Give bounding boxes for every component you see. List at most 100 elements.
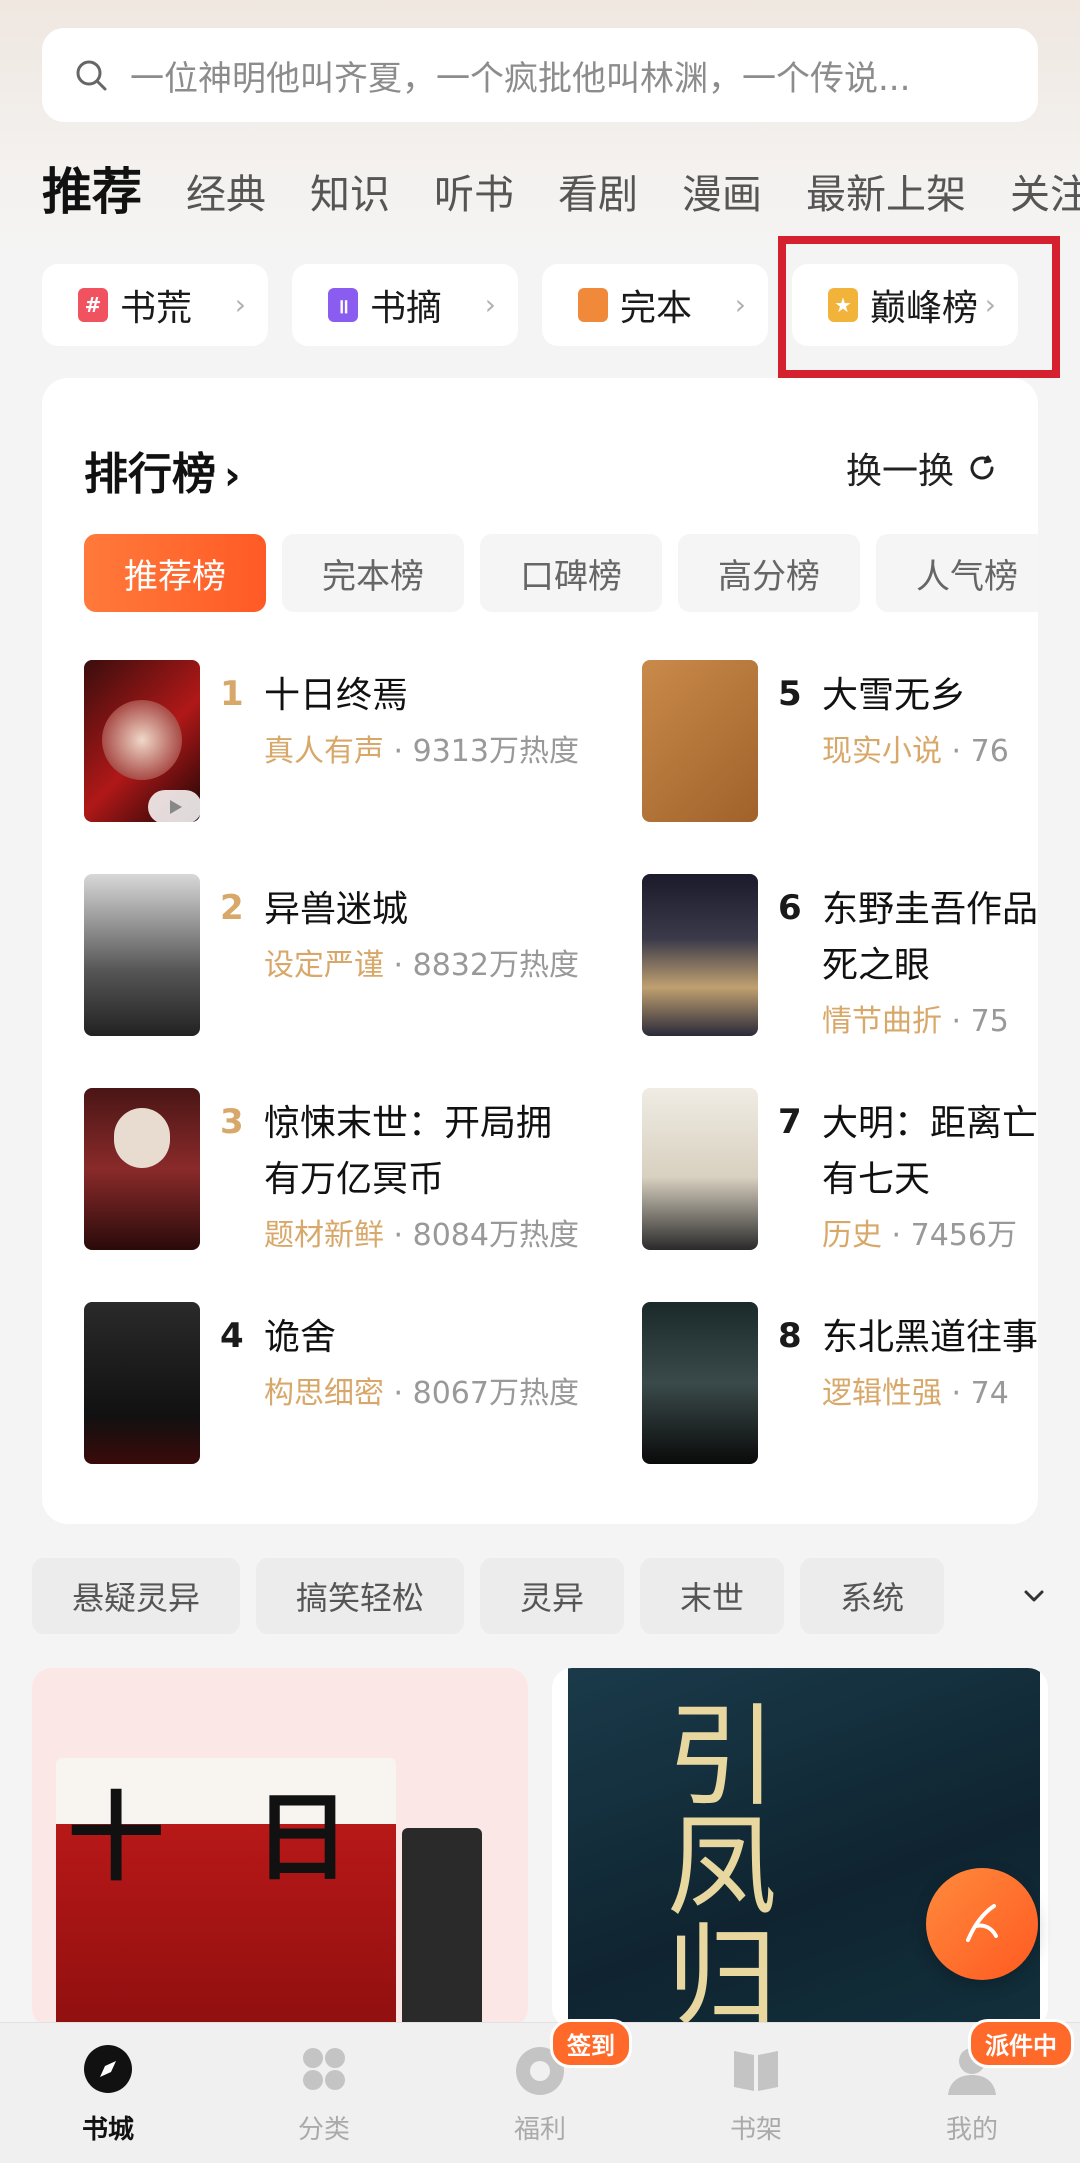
genre-chip[interactable]: 系统 [800, 1558, 945, 1634]
rank-number: 5 [778, 674, 802, 714]
ranking-book-item[interactable]: 4 诡舍 构思细密 · 8067万热度 [84, 1302, 579, 1472]
quick-entry-peak-ranking[interactable]: ★ 巅峰榜 › [792, 264, 1018, 346]
rank-number: 3 [220, 1102, 244, 1142]
ranking-title-text: 排行榜 [84, 449, 216, 500]
delivery-badge: 派件中 [968, 2019, 1074, 2068]
book-tag: 现实小说 [822, 734, 942, 769]
bottom-nav: 书城 分类 福利 签到 书架 我的 派件中 [0, 2019, 1080, 2163]
tab-recommend-ranking[interactable]: 推荐榜 [84, 534, 266, 612]
book-heat: · 9313万热度 [384, 734, 579, 769]
book-meta: 构思细密 · 8067万热度 [264, 1368, 579, 1412]
quick-entry-excerpts[interactable]: ॥ 书摘 › [292, 264, 518, 346]
genre-chip[interactable]: 末世 [640, 1558, 785, 1634]
search-bar[interactable]: 一位神明他叫齐夏，一个疯批他叫林渊，一个传说... [42, 28, 1038, 122]
ranking-book-item[interactable]: 7 大明：距离亡国还有七天 历史 · 7456万 [642, 1088, 1038, 1278]
tab-recommend[interactable]: 推荐 [42, 152, 142, 230]
tab-reputation-ranking[interactable]: 口碑榜 [480, 534, 662, 612]
nav-category[interactable]: 分类 [216, 2023, 432, 2163]
book-cover [84, 1088, 200, 1250]
tab-high-score-ranking[interactable]: 高分榜 [678, 534, 860, 612]
nav-welfare[interactable]: 福利 签到 [432, 2019, 648, 2163]
quick-entry-label: 书荒 [120, 288, 193, 329]
quick-entry-label: 书摘 [370, 288, 443, 329]
ranking-card: 排行榜 › 换一换 推荐榜 完本榜 口碑榜 高分榜 人气榜 1 十日终焉 真人有声… [42, 378, 1038, 1524]
genre-chip[interactable]: 悬疑灵异 [32, 1558, 241, 1634]
nav-bookstore[interactable]: 书城 [0, 2023, 216, 2163]
book-tag: 逻辑性强 [822, 1376, 942, 1411]
tab-classic[interactable]: 经典 [186, 162, 266, 230]
refresh-icon [970, 455, 994, 480]
compass-icon [84, 2045, 132, 2093]
ranking-book-item[interactable]: 3 惊悚末世：开局拥有万亿冥币 题材新鲜 · 8084万热度 [84, 1088, 579, 1278]
tab-completed-ranking[interactable]: 完本榜 [282, 534, 464, 612]
write-button[interactable] [926, 1868, 1038, 1980]
tab-audiobook[interactable]: 听书 [434, 162, 514, 230]
tab-popularity-ranking[interactable]: 人气榜 [876, 534, 1038, 612]
nav-bookshelf[interactable]: 书架 [648, 2023, 864, 2163]
book-heat: · 8832万热度 [384, 948, 579, 983]
grid-icon [303, 2048, 345, 2090]
book-tag: 情节曲折 [822, 1004, 942, 1039]
book-cover [84, 1302, 200, 1464]
book-tag: 构思细密 [264, 1376, 384, 1411]
top-tabs: 推荐 经典 知识 听书 看剧 漫画 最新上架 关注 [42, 150, 1080, 230]
promo-title: 引凤归 [648, 1698, 776, 2028]
search-icon [76, 60, 107, 91]
ranking-book-item[interactable]: 8 东北黑道往事 逻辑性强 · 74 [642, 1302, 1038, 1472]
book-heat: · 8084万热度 [384, 1218, 579, 1253]
book-heat: · 76 [942, 734, 1009, 769]
nav-label: 我的 [945, 2115, 998, 2145]
book-heat: · 8067万热度 [384, 1376, 579, 1411]
quick-entry-book-shortage[interactable]: # 书荒 › [42, 264, 268, 346]
bookmark-icon: ॥ [328, 288, 358, 322]
genre-chip[interactable]: 搞笑轻松 [256, 1558, 465, 1634]
genre-chip[interactable]: 灵异 [480, 1558, 625, 1634]
ranking-book-item[interactable]: 6 东野圭吾作品：濒死之眼 情节曲折 · 75 [642, 874, 1038, 1064]
book-title: 诡舍 [264, 1317, 337, 1358]
refresh-button[interactable]: 换一换 [846, 442, 998, 494]
tab-new-release[interactable]: 最新上架 [806, 162, 966, 230]
book-title: 东野圭吾作品：濒死之眼 [822, 889, 1038, 986]
book-cover [642, 874, 758, 1036]
book-title: 惊悚末世：开局拥有万亿冥币 [264, 1103, 553, 1200]
bookshelf-icon [734, 2051, 778, 2091]
rank-number: 7 [778, 1102, 802, 1142]
ranking-book-item[interactable]: 2 异兽迷城 设定严谨 · 8832万热度 [84, 874, 579, 1044]
nav-label: 书架 [729, 2115, 782, 2145]
book-title: 大明：距离亡国还有七天 [822, 1103, 1038, 1200]
book-meta: 真人有声 · 9313万热度 [264, 726, 579, 770]
chevron-right-icon: › [224, 453, 241, 499]
ranking-book-list: 1 十日终焉 真人有声 · 9313万热度 2 异兽迷城 设定严谨 · 8832… [42, 660, 1038, 1520]
book-meta: 历史 · 7456万 [822, 1210, 1017, 1254]
ranking-book-item[interactable]: 1 十日终焉 真人有声 · 9313万热度 [84, 660, 579, 830]
ranking-title[interactable]: 排行榜 › [84, 438, 240, 502]
nav-label: 分类 [297, 2115, 350, 2145]
tab-knowledge[interactable]: 知识 [310, 162, 390, 230]
rank-number: 2 [220, 888, 244, 928]
book-meta: 设定严谨 · 8832万热度 [264, 940, 579, 984]
book-meta: 现实小说 · 76 [822, 726, 1009, 770]
promo-book-stack [402, 1828, 482, 2028]
book-heat: · 7456万 [882, 1218, 1017, 1253]
book-title: 大雪无乡 [822, 675, 967, 716]
nav-profile[interactable]: 我的 派件中 [864, 2019, 1080, 2163]
book-cover [642, 660, 758, 822]
chevron-right-icon: › [484, 288, 496, 321]
book-meta: 题材新鲜 · 8084万热度 [264, 1210, 579, 1254]
nav-label: 福利 [513, 2115, 566, 2145]
tab-following[interactable]: 关注 [1010, 162, 1080, 230]
genre-chip-row: 悬疑灵异 搞笑轻松 灵异 末世 系统 [32, 1558, 1080, 1634]
tab-drama[interactable]: 看剧 [558, 162, 638, 230]
quick-entry-completed[interactable]: 完本 › [542, 264, 768, 346]
ranking-book-item[interactable]: 5 大雪无乡 现实小说 · 76 [642, 660, 1038, 830]
book-tag: 设定严谨 [264, 948, 384, 983]
promo-card-left[interactable]: 十日 [32, 1668, 528, 2028]
book-tag: 历史 [822, 1218, 882, 1253]
chevron-right-icon: › [734, 288, 746, 321]
book-cover [84, 874, 200, 1036]
chevron-down-icon[interactable] [1018, 1580, 1050, 1612]
tab-comics[interactable]: 漫画 [682, 162, 762, 230]
rank-number: 1 [220, 674, 244, 714]
quick-entry-label: 完本 [620, 288, 693, 329]
nav-label: 书城 [81, 2115, 134, 2145]
